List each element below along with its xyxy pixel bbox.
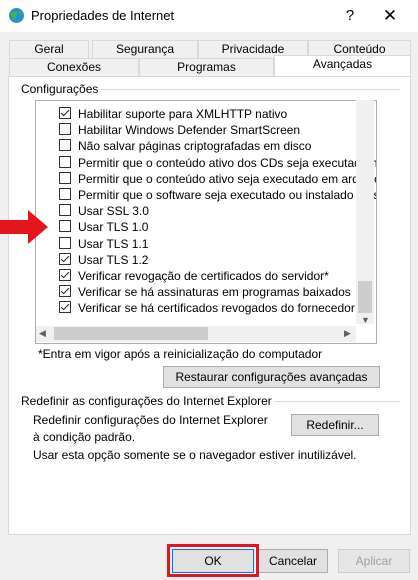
reset-group-label: Redefinir as configurações do Internet E… (19, 394, 274, 408)
restart-note: *Entra em vigor após a reinicialização d… (38, 347, 323, 361)
checkbox-unchecked[interactable] (59, 171, 71, 184)
checkbox-checked[interactable] (59, 269, 71, 281)
setting-label: Verificar revogação de certificados do s… (78, 269, 329, 283)
tab-geral[interactable]: Geral (9, 40, 89, 58)
restore-advanced-button[interactable]: Restaurar configurações avançadas (163, 366, 380, 388)
setting-label: Habilitar Windows Defender SmartScreen (78, 123, 301, 138)
checkbox-unchecked[interactable] (59, 204, 71, 217)
setting-label: Verificar se há assinaturas em programas… (78, 285, 351, 300)
checkbox-unchecked[interactable] (59, 236, 71, 249)
setting-label: Usar TLS 1.0 (78, 220, 149, 235)
checkbox-unchecked[interactable] (59, 139, 71, 152)
setting-label: Usar SSL 3.0 (78, 204, 149, 219)
help-button[interactable]: ? (338, 5, 362, 27)
scroll-left-arrow-icon[interactable]: ◀ (39, 328, 46, 339)
cancel-button[interactable]: Cancelar (258, 549, 328, 573)
setting-label: Permitir que o conteúdo ativo dos CDs se… (78, 155, 377, 170)
setting-label: Permitir que o conteúdo ativo seja execu… (78, 171, 377, 186)
tab-seguranca[interactable]: Segurança (92, 40, 198, 58)
scroll-right-arrow-icon[interactable]: ▶ (344, 328, 351, 339)
apply-button[interactable]: Aplicar (338, 549, 410, 573)
annotation-arrow-icon (0, 210, 48, 244)
checkbox-unchecked[interactable] (59, 188, 71, 200)
setting-label: Verificar se há certificados revogados d… (78, 301, 355, 316)
checkbox-unchecked[interactable] (59, 155, 71, 168)
scroll-down-arrow-icon[interactable]: ▼ (361, 315, 370, 325)
setting-label: Permitir que o software seja executado o… (78, 188, 377, 202)
setting-label: Habilitar suporte para XMLHTTP nativo (78, 107, 288, 121)
horizontal-scroll-thumb[interactable] (54, 327, 208, 340)
checkbox-checked[interactable] (59, 252, 71, 265)
window-title: Propriedades de Internet (31, 8, 175, 23)
setting-label: Usar TLS 1.1 (78, 236, 149, 251)
setting-label: Não salvar páginas criptografadas em dis… (78, 139, 312, 154)
reset-hint: Usar esta opção somente se o navegador e… (33, 448, 357, 462)
reset-button[interactable]: Redefinir... (291, 414, 379, 436)
close-button[interactable]: ✕ (376, 5, 404, 27)
setting-label: Usar TLS 1.2 (78, 252, 149, 267)
internet-globe-icon (9, 8, 24, 23)
tab-avancadas[interactable]: Avançadas (274, 55, 411, 76)
checkbox-unchecked[interactable] (59, 123, 71, 136)
settings-group-label: Configurações (19, 82, 101, 96)
vertical-scroll-thumb[interactable] (358, 281, 372, 313)
tab-programas[interactable]: Programas (139, 58, 274, 76)
settings-list[interactable]: Habilitar suporte para XMLHTTP nativo Hab… (35, 100, 377, 344)
ok-highlight-box (167, 544, 259, 577)
tab-conexoes[interactable]: Conexões (9, 58, 139, 76)
checkbox-checked[interactable] (59, 107, 71, 119)
checkbox-unchecked[interactable] (59, 220, 71, 233)
checkbox-checked[interactable] (59, 301, 71, 314)
reset-description: Redefinir configurações do Internet Expl… (33, 413, 268, 444)
checkbox-checked[interactable] (59, 285, 71, 298)
